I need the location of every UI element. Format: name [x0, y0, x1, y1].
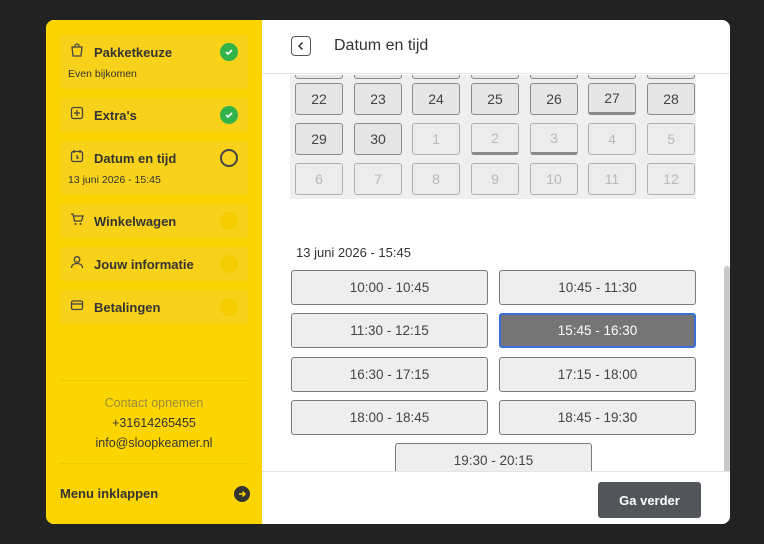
contact-email[interactable]: info@sloopkeamer.nl	[60, 436, 248, 450]
calendar-day: 7	[354, 163, 402, 195]
arrow-right-icon	[234, 486, 250, 502]
calendar-day: 6	[295, 163, 343, 195]
calendar-day: 4	[588, 123, 636, 155]
time-slot[interactable]: 17:15 - 18:00	[499, 357, 696, 392]
step-label: Extra's	[94, 108, 137, 123]
plus-square-icon	[70, 106, 84, 120]
step-datum-en-tijd[interactable]: Datum en tijd 13 juni 2026 - 15:45	[60, 141, 248, 195]
calendar-day-stub	[412, 75, 460, 79]
calendar-grid: 22 23 24 25 26 27 28 29 30 1 2 3 4 5 6 7 8 9 10 11 12	[290, 75, 696, 199]
calendar-day[interactable]: 30	[354, 123, 402, 155]
calendar-day-stub	[647, 75, 695, 79]
calendar-day: 10	[530, 163, 578, 195]
shopping-bag-icon	[70, 43, 84, 57]
chevron-left-icon	[297, 41, 304, 51]
time-slot[interactable]: 19:30 - 20:15	[395, 443, 592, 471]
step-jouw-informatie[interactable]: Jouw informatie	[60, 247, 248, 281]
calendar-day-stub	[354, 75, 402, 79]
calendar-clock-icon	[70, 149, 84, 163]
calendar-day: 11	[588, 163, 636, 195]
step-betalingen[interactable]: Betalingen	[60, 290, 248, 324]
current-step-indicator	[220, 149, 238, 167]
continue-button[interactable]: Ga verder	[598, 482, 701, 518]
calendar-day[interactable]: 28	[647, 83, 695, 115]
step-label: Jouw informatie	[94, 257, 194, 272]
calendar-day[interactable]: 26	[530, 83, 578, 115]
time-slot[interactable]: 18:00 - 18:45	[291, 400, 488, 435]
calendar-day[interactable]: 23	[354, 83, 402, 115]
step-sublabel: Even bijkomen	[68, 68, 137, 80]
step-label: Pakketkeuze	[94, 45, 173, 60]
collapse-menu-button[interactable]: Menu inklappen	[60, 486, 250, 506]
time-slot[interactable]: 16:30 - 17:15	[291, 357, 488, 392]
pending-step-indicator	[220, 298, 238, 316]
contact-heading: Contact opnemen	[104, 396, 204, 410]
main-panel: Datum en tijd 22 23 24 25 26 27 28 29 30 1 2 3 4 5 6 7 8…	[262, 20, 730, 524]
calendar-day: 12	[647, 163, 695, 195]
calendar-day[interactable]: 24	[412, 83, 460, 115]
time-slot[interactable]: 10:45 - 11:30	[499, 270, 696, 305]
calendar-day[interactable]: 27	[588, 83, 636, 115]
time-slot[interactable]: 18:45 - 19:30	[499, 400, 696, 435]
booking-modal: Pakketkeuze Even bijkomen Extra's Datum …	[46, 20, 730, 524]
sidebar: Pakketkeuze Even bijkomen Extra's Datum …	[46, 20, 262, 524]
user-icon	[70, 255, 84, 269]
check-icon	[220, 106, 238, 124]
footer: Ga verder	[262, 471, 730, 524]
calendar-day[interactable]: 25	[471, 83, 519, 115]
credit-card-icon	[70, 298, 84, 312]
calendar-day: 3	[530, 123, 578, 155]
calendar-day: 9	[471, 163, 519, 195]
calendar-day-stub	[530, 75, 578, 79]
calendar-day-stub	[471, 75, 519, 79]
calendar-day[interactable]: 29	[295, 123, 343, 155]
scrollbar[interactable]	[724, 266, 730, 471]
step-label: Betalingen	[94, 300, 161, 315]
calendar-day: 1	[412, 123, 460, 155]
step-label: Winkelwagen	[94, 214, 177, 229]
time-slot[interactable]: 11:30 - 12:15	[291, 313, 488, 348]
step-sublabel: 13 juni 2026 - 15:45	[68, 174, 161, 186]
header: Datum en tijd	[262, 20, 730, 74]
scroll-area[interactable]: 22 23 24 25 26 27 28 29 30 1 2 3 4 5 6 7 8 9 10 11 12 13 jun…	[262, 75, 730, 471]
check-icon	[220, 43, 238, 61]
back-button[interactable]	[291, 36, 311, 56]
calendar-day-stub	[588, 75, 636, 79]
step-winkelwagen[interactable]: Winkelwagen	[60, 204, 248, 238]
contact-block: Contact opnemen +31614265455 info@sloopk…	[60, 380, 248, 464]
contact-phone[interactable]: +31614265455	[60, 416, 248, 430]
calendar-day: 5	[647, 123, 695, 155]
cart-icon	[70, 212, 84, 226]
pending-step-indicator	[220, 255, 238, 273]
calendar-day: 8	[412, 163, 460, 195]
step-extras[interactable]: Extra's	[60, 98, 248, 132]
calendar-day-stub	[295, 75, 343, 79]
calendar-day: 2	[471, 123, 519, 155]
step-label: Datum en tijd	[94, 151, 177, 166]
calendar-day[interactable]: 22	[295, 83, 343, 115]
collapse-menu-label: Menu inklappen	[60, 486, 159, 501]
step-pakketkeuze[interactable]: Pakketkeuze Even bijkomen	[60, 35, 248, 89]
pending-step-indicator	[220, 212, 238, 230]
time-slot-selected[interactable]: 15:45 - 16:30	[499, 313, 696, 348]
page-title: Datum en tijd	[334, 37, 429, 54]
selected-datetime: 13 juni 2026 - 15:45	[296, 245, 411, 260]
time-slot[interactable]: 10:00 - 10:45	[291, 270, 488, 305]
